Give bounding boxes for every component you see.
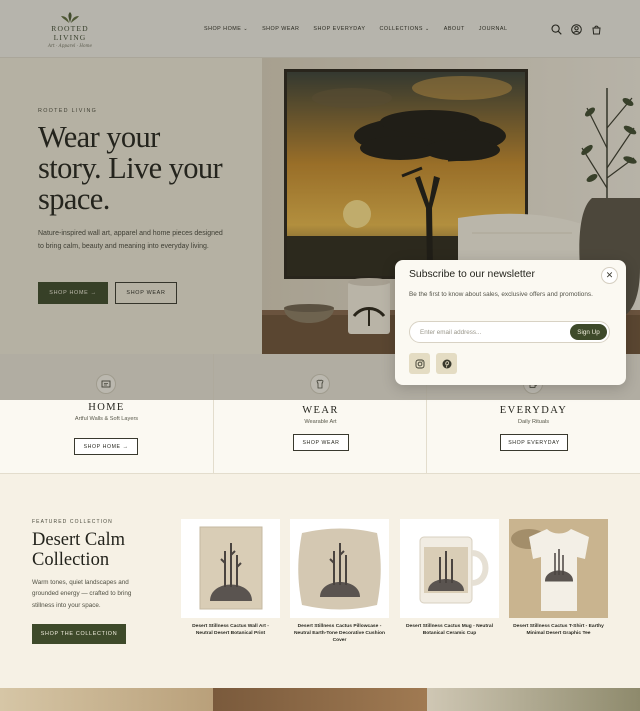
header-icons <box>551 22 602 35</box>
account-icon[interactable] <box>571 22 582 35</box>
brand-name: ROOTED LIVING <box>51 24 89 42</box>
product-name[interactable]: Desert Stillness Cactus T-Shirt - Earthy… <box>509 623 608 637</box>
lifestyle-strip <box>0 688 640 711</box>
hero-title-line: story. Live your <box>38 151 223 185</box>
product-image[interactable] <box>509 519 608 618</box>
nav-label: SHOP HOME <box>204 26 242 32</box>
email-field[interactable] <box>420 327 560 338</box>
product-card[interactable]: Desert Stillness Cactus Wall Art - Neutr… <box>181 519 280 637</box>
product-card[interactable]: Desert Stillness Cactus T-Shirt - Earthy… <box>509 519 608 637</box>
nav-label: SHOP EVERYDAY <box>313 26 366 32</box>
brand-logo[interactable]: ROOTED LIVING Art · Apparel · Home <box>38 12 102 48</box>
hero-title-line: space. <box>38 182 110 216</box>
category-home: HOME Artful Walls & Soft Layers SHOP HOM… <box>0 354 213 474</box>
nav-label: SHOP WEAR <box>262 26 300 32</box>
nav-label: JOURNAL <box>478 26 508 32</box>
nav-label: ABOUT <box>443 26 465 32</box>
newsletter-description: Be the first to know about sales, exclus… <box>409 291 593 298</box>
chevron-down-icon: ⌄ <box>425 26 430 32</box>
featured-title-line: Desert Calm <box>32 530 125 550</box>
featured-description: Warm tones, quiet landscapes and grounde… <box>32 579 132 609</box>
category-subtitle: Daily Rituals <box>517 419 550 425</box>
shop-everyday-category-button[interactable]: SHOP EVERYDAY <box>500 434 568 451</box>
pinterest-icon[interactable] <box>436 353 457 374</box>
shop-home-button[interactable]: SHOP HOME → <box>38 282 108 304</box>
category-title: WEAR <box>302 405 339 416</box>
nav-shop-home[interactable]: SHOP HOME ⌄ <box>204 26 248 32</box>
hero-eyebrow: ROOTED LIVING <box>38 108 98 114</box>
category-title: HOME <box>88 402 125 413</box>
product-image[interactable] <box>400 519 499 618</box>
shop-collection-button[interactable]: SHOP THE COLLECTION <box>32 624 126 644</box>
shop-home-category-button[interactable]: SHOP HOME → <box>74 438 138 455</box>
sign-up-button[interactable]: Sign Up <box>570 324 607 340</box>
hero-description: Nature-inspired wall art, apparel and ho… <box>38 230 223 250</box>
product-image[interactable] <box>290 519 389 618</box>
nav-collections[interactable]: COLLECTIONS ⌄ <box>379 26 429 32</box>
product-name[interactable]: Desert Stillness Cactus Pillowcase - Neu… <box>290 623 389 645</box>
featured-title-line: Collection <box>32 550 110 570</box>
main-nav: SHOP HOME ⌄ SHOP WEAR SHOP EVERYDAY COLL… <box>204 26 521 32</box>
lifestyle-image <box>213 688 427 711</box>
product-card[interactable]: Desert Stillness Cactus Mug - Neutral Bo… <box>400 519 499 637</box>
instagram-icon[interactable] <box>409 353 430 374</box>
newsletter-title: Subscribe to our newsletter <box>409 269 535 280</box>
featured-collection: FEATURED COLLECTION Desert Calm Collecti… <box>0 474 640 688</box>
cart-icon[interactable] <box>591 22 602 35</box>
nav-about[interactable]: ABOUT <box>444 26 465 32</box>
shop-wear-button[interactable]: SHOP WEAR <box>115 282 177 304</box>
shop-wear-category-button[interactable]: SHOP WEAR <box>293 434 349 451</box>
search-icon[interactable] <box>551 22 562 35</box>
frame-icon <box>96 374 116 394</box>
category-subtitle: Artful Walls & Soft Layers <box>74 416 139 422</box>
product-name[interactable]: Desert Stillness Cactus Wall Art - Neutr… <box>181 623 280 637</box>
nav-shop-everyday[interactable]: SHOP EVERYDAY <box>313 26 365 32</box>
product-image[interactable] <box>181 519 280 618</box>
chevron-down-icon: ⌄ <box>243 26 249 32</box>
featured-title: Desert Calm Collection <box>32 530 172 570</box>
leaf-logo-icon <box>61 12 79 23</box>
category-title: EVERYDAY <box>499 405 568 416</box>
shirt-icon <box>310 374 330 394</box>
lifestyle-image <box>426 688 640 711</box>
newsletter-form: Sign Up <box>409 321 610 343</box>
nav-label: COLLECTIONS <box>379 26 424 32</box>
category-subtitle: Wearable Art <box>304 419 337 425</box>
close-icon[interactable]: ✕ <box>601 267 618 284</box>
lifestyle-image <box>0 688 214 711</box>
nav-shop-wear[interactable]: SHOP WEAR <box>262 26 299 32</box>
product-name[interactable]: Desert Stillness Cactus Mug - Neutral Bo… <box>400 623 499 637</box>
hero-title-line: Wear your <box>38 120 160 154</box>
site-header: ROOTED LIVING Art · Apparel · Home SHOP … <box>0 0 640 58</box>
newsletter-popup: Subscribe to our newsletter ✕ Be the fir… <box>395 260 626 385</box>
product-card[interactable]: Desert Stillness Cactus Pillowcase - Neu… <box>290 519 389 645</box>
nav-journal[interactable]: JOURNAL <box>479 26 508 32</box>
hero-text: ROOTED LIVING Wear your story. Live your… <box>0 58 262 354</box>
featured-eyebrow: FEATURED COLLECTION <box>32 519 113 525</box>
brand-tagline: Art · Apparel · Home <box>47 43 93 48</box>
hero-title: Wear your story. Live your space. <box>38 122 258 215</box>
